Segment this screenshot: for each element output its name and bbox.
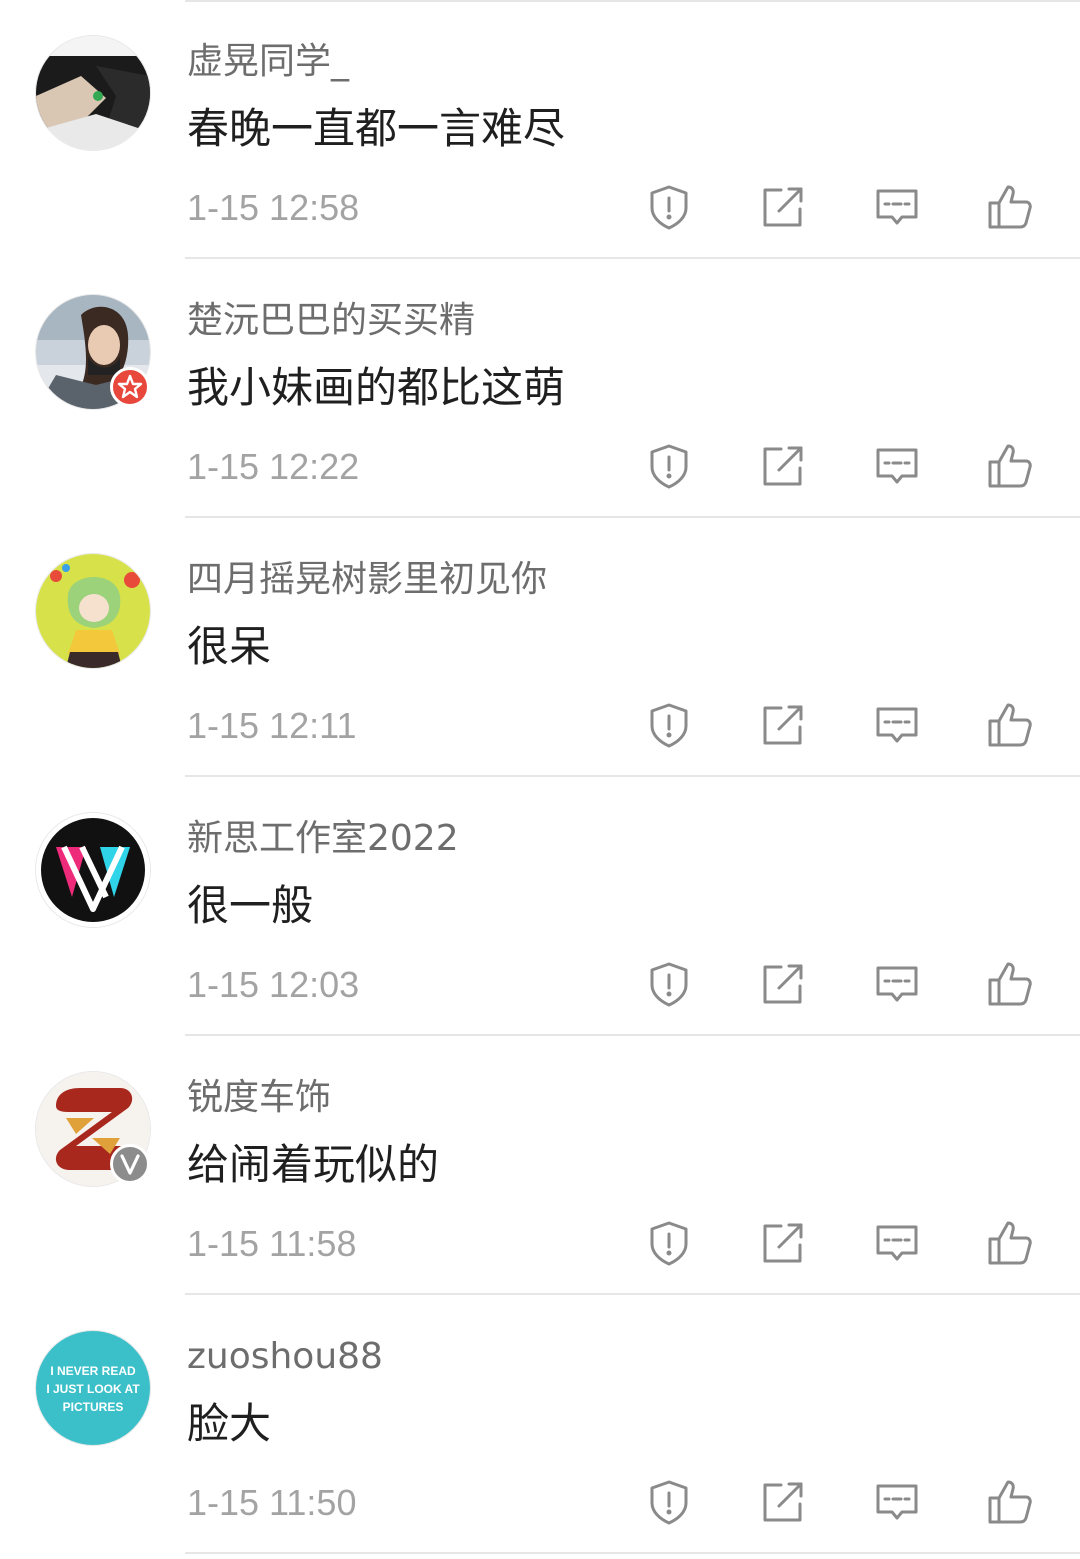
report-icon[interactable]: [645, 1219, 693, 1267]
avatar-text: PICTURES: [63, 1400, 124, 1414]
verified-badge-icon: [110, 1144, 150, 1184]
timestamp: 1-15 12:22: [187, 446, 360, 487]
comment-text: 春晚一直都一言难尽: [187, 104, 566, 153]
comment-item: 锐度车饰 给闹着玩似的 1-15 11:58: [0, 1036, 1080, 1295]
report-icon[interactable]: [645, 442, 693, 490]
timestamp: 1-15 12:03: [187, 964, 360, 1005]
comment-text: 很呆: [187, 622, 272, 671]
like-icon[interactable]: [986, 183, 1034, 231]
comment-text: 很一般: [187, 881, 314, 930]
comment-item: 新思工作室2022 很一般 1-15 12:03: [0, 777, 1080, 1036]
report-icon[interactable]: [645, 183, 693, 231]
share-icon[interactable]: [759, 701, 807, 749]
timestamp: 1-15 11:58: [187, 1223, 357, 1264]
share-icon[interactable]: [759, 1478, 807, 1526]
report-icon[interactable]: [645, 701, 693, 749]
comment-item: 虚晃同学_ 春晚一直都一言难尽 1-15 12:58: [0, 0, 1080, 259]
username[interactable]: 四月摇晃树影里初见你: [187, 558, 547, 602]
reply-icon[interactable]: [873, 183, 921, 231]
avatar[interactable]: I NEVER READ I JUST LOOK AT PICTURES: [36, 1331, 150, 1445]
like-icon[interactable]: [986, 701, 1034, 749]
reply-icon[interactable]: [873, 701, 921, 749]
like-icon[interactable]: [986, 442, 1034, 490]
username[interactable]: 新思工作室2022: [187, 817, 459, 861]
timestamp: 1-15 12:58: [187, 187, 360, 228]
star-badge-icon: [110, 367, 150, 407]
avatar[interactable]: [36, 295, 150, 409]
share-icon[interactable]: [759, 442, 807, 490]
comment-text: 给闹着玩似的: [187, 1140, 440, 1189]
reply-icon[interactable]: [873, 1219, 921, 1267]
avatar[interactable]: [36, 813, 150, 927]
comment-text: 我小妹画的都比这萌: [187, 363, 566, 412]
avatar-text: I NEVER READ: [50, 1364, 136, 1378]
like-icon[interactable]: [986, 1478, 1034, 1526]
avatar[interactable]: [36, 1072, 150, 1186]
avatar[interactable]: [36, 36, 150, 150]
timestamp: 1-15 12:11: [187, 705, 357, 746]
like-icon[interactable]: [986, 960, 1034, 1008]
avatar-text: I JUST LOOK AT: [46, 1382, 140, 1396]
reply-icon[interactable]: [873, 442, 921, 490]
share-icon[interactable]: [759, 183, 807, 231]
comment-text: 脸大: [187, 1399, 272, 1448]
comment-item: 楚沅巴巴的买买精 我小妹画的都比这萌 1-15 12:22: [0, 259, 1080, 518]
timestamp: 1-15 11:50: [187, 1482, 357, 1523]
username[interactable]: 虚晃同学_: [187, 40, 349, 84]
comment-item: I NEVER READ I JUST LOOK AT PICTURES zuo…: [0, 1295, 1080, 1554]
share-icon[interactable]: [759, 1219, 807, 1267]
username[interactable]: 楚沅巴巴的买买精: [187, 299, 475, 343]
like-icon[interactable]: [986, 1219, 1034, 1267]
divider: [185, 1552, 1080, 1554]
share-icon[interactable]: [759, 960, 807, 1008]
username[interactable]: zuoshou88: [187, 1335, 383, 1379]
comment-item: 四月摇晃树影里初见你 很呆 1-15 12:11: [0, 518, 1080, 777]
reply-icon[interactable]: [873, 1478, 921, 1526]
report-icon[interactable]: [645, 1478, 693, 1526]
report-icon[interactable]: [645, 960, 693, 1008]
reply-icon[interactable]: [873, 960, 921, 1008]
avatar[interactable]: [36, 554, 150, 668]
username[interactable]: 锐度车饰: [187, 1076, 331, 1120]
